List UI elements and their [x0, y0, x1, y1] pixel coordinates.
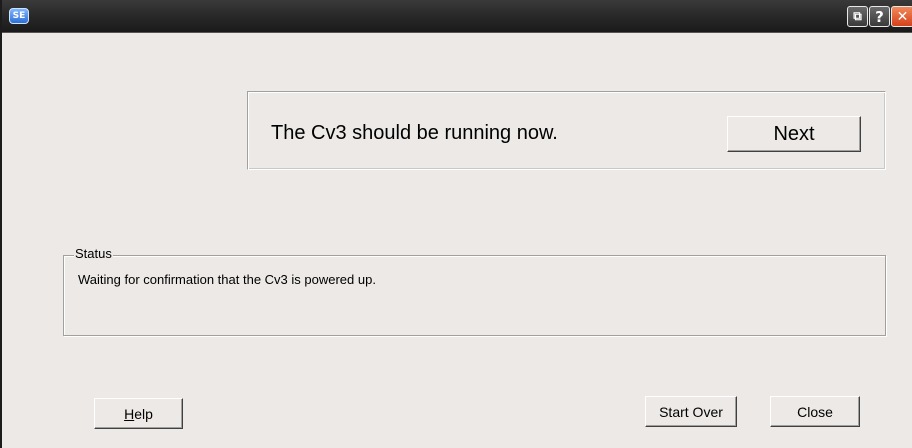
help-mnemonic: H	[124, 405, 135, 422]
help-label-rest: elp	[134, 405, 153, 422]
restore-icon: ⧉	[853, 9, 862, 23]
start-over-button[interactable]: Start Over	[645, 396, 737, 427]
close-window-button[interactable]: ✕	[891, 6, 912, 27]
title-bar[interactable]: SE ⧉ ? ✕	[2, 0, 912, 33]
close-button-label: Close	[797, 403, 833, 420]
app-icon[interactable]: SE	[9, 8, 29, 24]
dialog-window: SE ⧉ ? ✕ The Cv3 should be running now. …	[0, 0, 912, 448]
restore-button[interactable]: ⧉	[847, 6, 868, 27]
next-button[interactable]: Next	[727, 116, 861, 152]
start-over-label: Start Over	[659, 403, 723, 420]
close-icon: ✕	[896, 8, 909, 25]
status-text: Waiting for confirmation that the Cv3 is…	[78, 272, 376, 287]
help-button-label: Help	[124, 406, 153, 422]
status-legend: Status	[74, 246, 113, 262]
instruction-message: The Cv3 should be running now.	[271, 122, 558, 144]
question-mark-icon: ?	[875, 7, 884, 26]
close-button[interactable]: Close	[770, 396, 860, 427]
help-button[interactable]: Help	[94, 398, 183, 429]
help-title-button[interactable]: ?	[869, 6, 890, 27]
app-icon-label: SE	[12, 10, 26, 21]
status-groupbox	[63, 255, 886, 336]
next-button-label: Next	[773, 122, 815, 145]
